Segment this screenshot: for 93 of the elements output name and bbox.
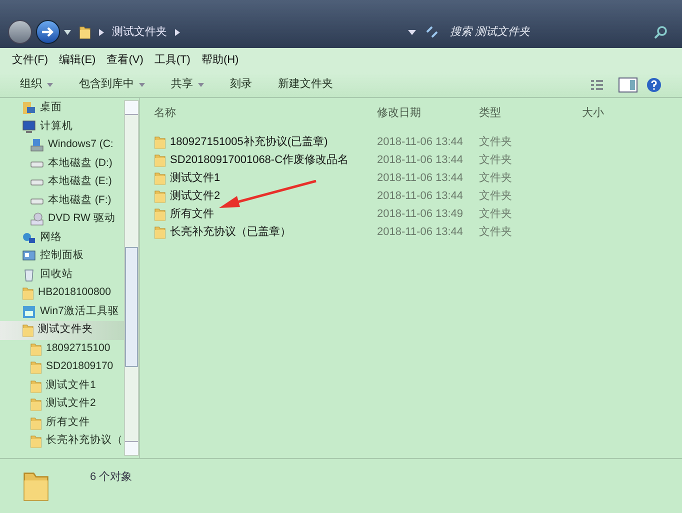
tree-item[interactable]: 所有文件: [0, 414, 124, 432]
tree-item[interactable]: SD201809170: [0, 358, 124, 376]
menu-item[interactable]: 帮助(H): [201, 52, 239, 68]
menu-item[interactable]: 编辑(E): [59, 52, 96, 68]
toolbar-button[interactable]: 组织: [20, 76, 53, 93]
tree-item[interactable]: DVD RW 驱动: [0, 210, 124, 228]
search-icon[interactable]: [654, 25, 668, 39]
search-field[interactable]: 搜索 测试文件夹: [444, 20, 674, 44]
drive-icon: [30, 138, 44, 152]
tree-item[interactable]: 控制面板: [0, 247, 124, 266]
pane-icon[interactable]: [618, 76, 638, 92]
menu-item[interactable]: 查看(V): [106, 52, 144, 68]
forward-button[interactable]: [36, 20, 60, 44]
tree-item[interactable]: 本地磁盘 (F:): [0, 192, 124, 210]
tree-item[interactable]: HB2018100800: [0, 284, 124, 302]
folder-icon: [79, 25, 91, 39]
tree-item[interactable]: 网络: [0, 228, 124, 247]
caret-down-icon[interactable]: [408, 30, 416, 34]
status-text: 6 个对象: [90, 470, 132, 485]
breadcrumb-item[interactable]: 测试文件夹: [112, 24, 167, 40]
recycle-bin-icon: [22, 268, 36, 282]
tree-item[interactable]: 测试文件夹: [0, 321, 124, 340]
menu-item[interactable]: 文件(F): [12, 52, 48, 68]
chevron-right-icon: [175, 28, 180, 36]
folder-icon: [22, 323, 34, 338]
toolbar-button[interactable]: 刻录: [230, 76, 252, 93]
tree-item[interactable]: 回收站: [0, 266, 124, 284]
folder-icon: [30, 360, 42, 374]
disc-drive-icon: [30, 212, 44, 226]
file-name[interactable]: 长亮补充协议（已盖章）: [170, 224, 291, 240]
drive-icon: [30, 177, 44, 188]
app-icon: [22, 304, 36, 319]
folder-icon: [30, 342, 42, 356]
address-field[interactable]: 测试文件夹: [75, 20, 420, 44]
file-name[interactable]: 所有文件: [170, 206, 214, 222]
table-cell-text: 2018-11-06 13:49: [377, 206, 464, 222]
folder-icon: [30, 416, 42, 430]
table-cell-text: 文件夹: [479, 206, 513, 222]
folder-icon: [22, 286, 34, 300]
table-cell-text: 文件夹: [479, 224, 513, 240]
folder-icon: [30, 397, 42, 412]
help-icon[interactable]: [646, 76, 662, 92]
file-name[interactable]: 测试文件2: [170, 188, 220, 204]
tree-item[interactable]: Windows7 (C:: [0, 136, 124, 154]
tree-item[interactable]: 长亮补充协议（: [0, 432, 124, 450]
menu-item[interactable]: 工具(T): [154, 52, 190, 68]
control-panel-icon: [22, 249, 36, 264]
back-button[interactable]: [8, 20, 32, 44]
caret-down-icon[interactable]: [64, 30, 71, 35]
table-cell-text: 2018-11-06 13:44: [377, 152, 464, 168]
folder-icon: [154, 153, 166, 167]
view-options-icon[interactable]: [590, 78, 604, 90]
column-header[interactable]: 大小: [582, 104, 662, 122]
folder-icon: [154, 207, 166, 221]
file-name[interactable]: SD20180917001068-C作废修改品名: [170, 152, 349, 168]
network-icon: [22, 230, 36, 245]
arrow-right-icon: [41, 26, 55, 38]
folder-icon: [30, 378, 42, 393]
chevron-right-icon: [99, 28, 104, 36]
table-cell-text: 2018-11-06 13:44: [377, 188, 464, 204]
toolbar-button[interactable]: 包含到库中: [79, 76, 145, 93]
drive-icon: [30, 158, 44, 169]
toolbar-button[interactable]: 共享: [171, 76, 204, 93]
table-cell-text: 文件夹: [479, 188, 513, 204]
tree-item[interactable]: 测试文件1: [0, 376, 124, 395]
column-header[interactable]: 名称: [154, 104, 377, 122]
table-cell-text: 文件夹: [479, 152, 513, 168]
folder-icon: [30, 434, 42, 448]
table-cell-text: 文件夹: [479, 134, 513, 150]
table-cell-text: 2018-11-06 13:44: [377, 224, 464, 240]
drive-icon: [30, 196, 44, 206]
column-header[interactable]: 修改日期: [377, 104, 479, 122]
tree-item[interactable]: 测试文件2: [0, 395, 124, 414]
table-cell-text: 2018-11-06 13:44: [377, 170, 464, 186]
file-name[interactable]: 测试文件1: [170, 170, 220, 186]
tree-item[interactable]: 桌面: [0, 99, 124, 118]
desktop-icon: [22, 101, 36, 116]
tree-item[interactable]: 本地磁盘 (D:): [0, 154, 124, 173]
table-cell-text: 2018-11-06 13:44: [377, 134, 464, 150]
file-name[interactable]: 180927151005补充协议(已盖章): [170, 134, 328, 150]
tree-item[interactable]: 计算机: [0, 118, 124, 136]
folder-icon: [154, 135, 166, 149]
folder-icon: [154, 189, 166, 203]
column-header[interactable]: 类型: [479, 104, 582, 122]
toolbar-button[interactable]: 新建文件夹: [278, 76, 333, 93]
table-cell-text: 文件夹: [479, 170, 513, 186]
scrollbar[interactable]: [124, 100, 139, 456]
computer-icon: [22, 120, 36, 134]
tree-item[interactable]: 本地磁盘 (E:): [0, 173, 124, 192]
folder-icon: [154, 171, 166, 185]
tree-item[interactable]: 18092715100: [0, 340, 124, 358]
tree-item[interactable]: Win7激活工具驱: [0, 302, 124, 321]
folder-icon: [154, 225, 166, 239]
